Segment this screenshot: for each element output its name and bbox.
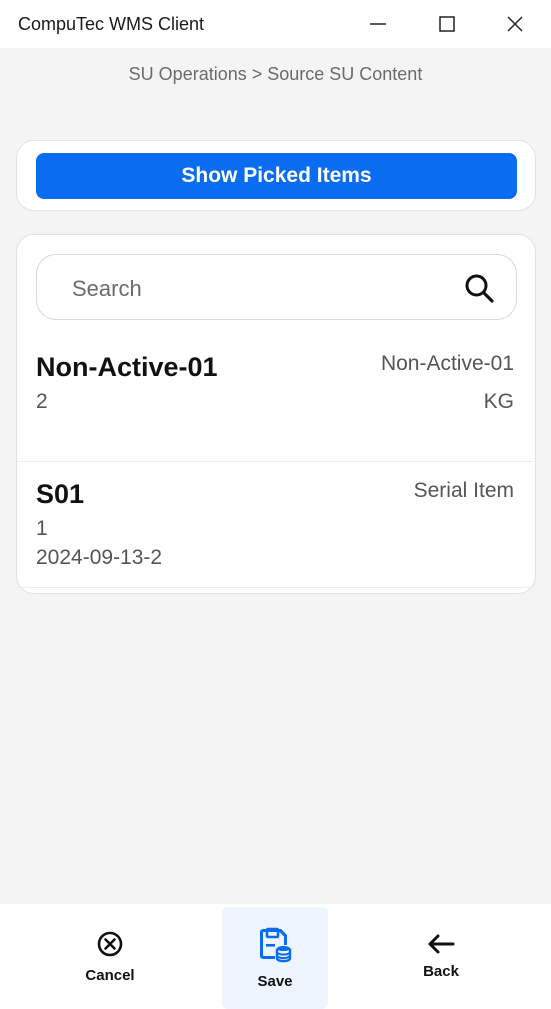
divider <box>17 587 534 588</box>
cancel-button[interactable]: Cancel <box>55 904 165 1009</box>
su-content-list: Search Non-Active-01 Non-Active-01 2 KG … <box>16 234 536 594</box>
list-item[interactable]: S01 Serial Item 1 2024-09-13-2 <box>17 462 534 587</box>
back-button[interactable]: Back <box>386 904 496 1009</box>
arrow-left-icon <box>427 934 455 959</box>
window-titlebar: CompuTec WMS Client <box>0 0 551 48</box>
item-quantity: 1 <box>36 517 48 540</box>
bottom-nav: Cancel Save Back <box>0 904 551 1009</box>
search-input[interactable]: Search <box>36 254 517 320</box>
breadcrumb: SU Operations > Source SU Content <box>128 64 423 84</box>
close-button[interactable] <box>492 0 538 48</box>
item-serial-number: 2024-09-13-2 <box>36 546 163 569</box>
list-item[interactable]: Non-Active-01 Non-Active-01 2 KG <box>17 340 534 462</box>
save-database-icon <box>256 926 294 969</box>
back-label: Back <box>423 962 459 980</box>
item-description: Non-Active-01 <box>380 352 514 375</box>
save-button[interactable]: Save <box>222 907 328 1009</box>
cancel-label: Cancel <box>85 966 135 984</box>
cancel-icon <box>96 930 124 963</box>
item-name: Non-Active-01 <box>36 352 218 382</box>
maximize-button[interactable] <box>424 0 470 48</box>
close-icon <box>507 16 523 32</box>
item-quantity: 2 <box>36 390 48 413</box>
item-uom: KG <box>483 390 514 413</box>
minimize-icon <box>370 16 386 32</box>
search-placeholder: Search <box>72 276 142 301</box>
search-icon[interactable] <box>464 273 494 308</box>
item-name: S01 <box>36 479 85 509</box>
save-label: Save <box>257 973 293 990</box>
actions-card: Show Picked Items <box>16 140 536 211</box>
show-picked-items-button[interactable]: Show Picked Items <box>36 153 517 199</box>
maximize-icon <box>439 16 455 32</box>
window-title: CompuTec WMS Client <box>18 14 205 34</box>
item-description: Serial Item <box>413 479 514 502</box>
minimize-button[interactable] <box>355 0 401 48</box>
